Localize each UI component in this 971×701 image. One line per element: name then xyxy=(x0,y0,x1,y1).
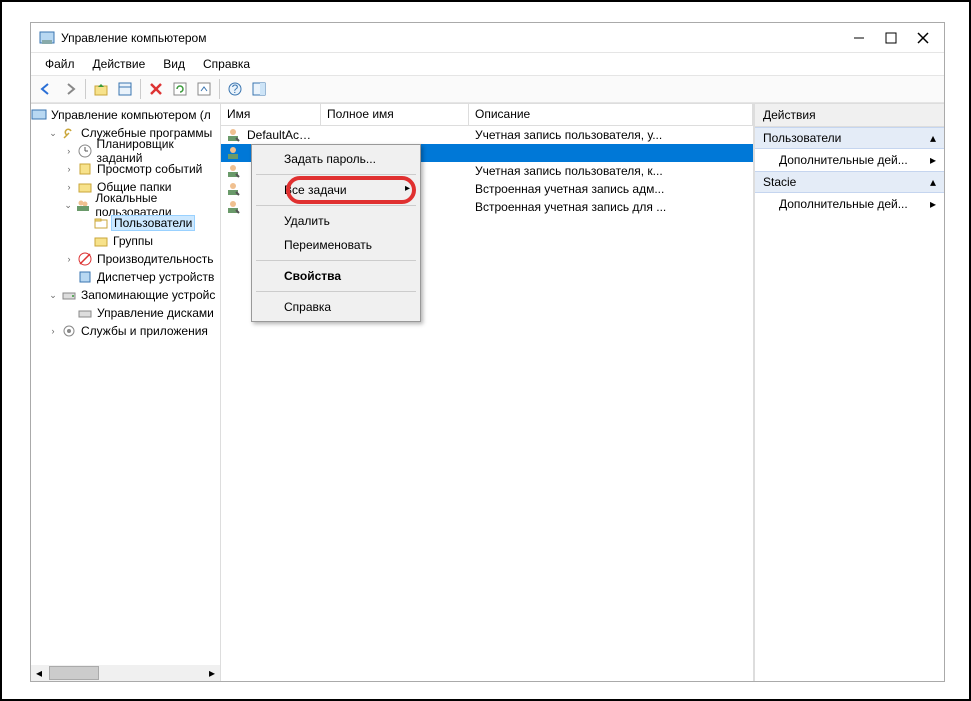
app-window: Управление компьютером Файл Действие Вид… xyxy=(30,22,945,682)
properties-button[interactable] xyxy=(114,78,136,100)
export-button[interactable] xyxy=(193,78,215,100)
menu-separator xyxy=(256,205,416,206)
expand-icon[interactable]: › xyxy=(63,163,75,175)
user-icon xyxy=(225,199,241,215)
console-tree: Управление компьютером (л ⌄ Служебные пр… xyxy=(31,106,220,340)
column-name[interactable]: Имя xyxy=(221,104,321,125)
folder-icon xyxy=(77,179,93,195)
actions-more-stacie[interactable]: Дополнительные дей... ▸ xyxy=(755,193,944,215)
scroll-thumb[interactable] xyxy=(49,666,99,680)
column-desc[interactable]: Описание xyxy=(469,104,753,125)
tree-storage[interactable]: ⌄ Запоминающие устройс xyxy=(31,286,220,304)
list-panel: Имя Полное имя Описание DefaultAcco... У… xyxy=(221,104,754,681)
menu-rename[interactable]: Переименовать xyxy=(254,233,418,257)
expand-icon[interactable]: › xyxy=(63,181,75,193)
services-icon xyxy=(61,323,77,339)
tree-panel[interactable]: Управление компьютером (л ⌄ Служебные пр… xyxy=(31,104,221,681)
user-icon xyxy=(225,181,241,197)
tree-scheduler[interactable]: › Планировщик заданий xyxy=(31,142,220,160)
chevron-right-icon: ▸ xyxy=(930,197,936,211)
up-button[interactable] xyxy=(90,78,112,100)
column-fullname[interactable]: Полное имя xyxy=(321,104,469,125)
menu-properties[interactable]: Свойства xyxy=(254,264,418,288)
chevron-right-icon: ▸ xyxy=(930,153,936,167)
forward-button[interactable] xyxy=(59,78,81,100)
expand-icon[interactable]: › xyxy=(63,253,75,265)
collapse-icon[interactable]: ⌄ xyxy=(63,199,73,211)
menu-view[interactable]: Вид xyxy=(155,55,193,73)
disk-icon xyxy=(77,305,93,321)
user-icon xyxy=(225,127,241,143)
tools-icon xyxy=(61,125,77,141)
svg-text:?: ? xyxy=(232,82,239,96)
menu-separator xyxy=(256,174,416,175)
collapse-icon[interactable]: ⌄ xyxy=(47,127,59,139)
context-menu: Задать пароль... Все задачи Удалить Пере… xyxy=(251,144,421,322)
collapse-icon: ▴ xyxy=(930,131,936,145)
window-title: Управление компьютером xyxy=(61,31,852,45)
help-button[interactable]: ? xyxy=(224,78,246,100)
user-icon xyxy=(225,145,241,161)
actions-section-users[interactable]: Пользователи ▴ xyxy=(755,127,944,149)
content-area: Управление компьютером (л ⌄ Служебные пр… xyxy=(31,103,944,681)
actions-section-stacie[interactable]: Stacie ▴ xyxy=(755,171,944,193)
actions-header: Действия xyxy=(755,104,944,127)
user-icon xyxy=(225,163,241,179)
horizontal-scrollbar[interactable]: ◂ ▸ xyxy=(31,665,220,681)
storage-icon xyxy=(61,287,77,303)
back-button[interactable] xyxy=(35,78,57,100)
folder-icon xyxy=(93,233,109,249)
actions-more-users[interactable]: Дополнительные дей... ▸ xyxy=(755,149,944,171)
menu-help[interactable]: Справка xyxy=(254,295,418,319)
scroll-right-icon[interactable]: ▸ xyxy=(204,665,220,681)
toolbar-separator xyxy=(219,79,220,99)
tree-performance[interactable]: › Производительность xyxy=(31,250,220,268)
app-icon xyxy=(39,30,55,46)
expand-icon[interactable]: › xyxy=(47,325,59,337)
menu-delete[interactable]: Удалить xyxy=(254,209,418,233)
tree-services[interactable]: › Службы и приложения xyxy=(31,322,220,340)
menu-separator xyxy=(256,260,416,261)
clock-icon xyxy=(77,143,93,159)
window-controls xyxy=(852,31,936,45)
menu-all-tasks[interactable]: Все задачи xyxy=(254,178,418,202)
close-button[interactable] xyxy=(916,31,930,45)
list-header: Имя Полное имя Описание xyxy=(221,104,753,126)
tree-events[interactable]: › Просмотр событий xyxy=(31,160,220,178)
toolbar-separator xyxy=(140,79,141,99)
menu-separator xyxy=(256,291,416,292)
titlebar: Управление компьютером xyxy=(31,23,944,53)
folder-open-icon xyxy=(93,215,109,231)
collapse-icon[interactable]: ⌄ xyxy=(47,289,59,301)
event-icon xyxy=(77,161,93,177)
list-body[interactable]: DefaultAcco... Учетная запись пользовате… xyxy=(221,126,753,681)
delete-button[interactable] xyxy=(145,78,167,100)
menu-file[interactable]: Файл xyxy=(37,55,83,73)
tree-local-users[interactable]: ⌄ Локальные пользователи xyxy=(31,196,220,214)
menu-action[interactable]: Действие xyxy=(85,55,154,73)
tree-root[interactable]: Управление компьютером (л xyxy=(31,106,220,124)
toolbar: ? xyxy=(31,75,944,103)
device-icon xyxy=(77,269,93,285)
actions-panel: Действия Пользователи ▴ Дополнительные д… xyxy=(754,104,944,681)
expand-icon[interactable]: › xyxy=(63,145,75,157)
action-pane-toggle[interactable] xyxy=(248,78,270,100)
tree-users[interactable]: Пользователи xyxy=(31,214,220,232)
perf-icon xyxy=(77,251,93,267)
tree-devmgr[interactable]: Диспетчер устройств xyxy=(31,268,220,286)
tree-diskmgr[interactable]: Управление дисками xyxy=(31,304,220,322)
computer-icon xyxy=(31,107,47,123)
scroll-left-icon[interactable]: ◂ xyxy=(31,665,47,681)
toolbar-separator xyxy=(85,79,86,99)
maximize-button[interactable] xyxy=(884,31,898,45)
refresh-button[interactable] xyxy=(169,78,191,100)
users-icon xyxy=(75,197,91,213)
menubar: Файл Действие Вид Справка xyxy=(31,53,944,75)
tree-groups[interactable]: Группы xyxy=(31,232,220,250)
menu-help[interactable]: Справка xyxy=(195,55,258,73)
menu-set-password[interactable]: Задать пароль... xyxy=(254,147,418,171)
collapse-icon: ▴ xyxy=(930,175,936,189)
minimize-button[interactable] xyxy=(852,31,866,45)
list-item[interactable]: DefaultAcco... Учетная запись пользовате… xyxy=(221,126,753,144)
